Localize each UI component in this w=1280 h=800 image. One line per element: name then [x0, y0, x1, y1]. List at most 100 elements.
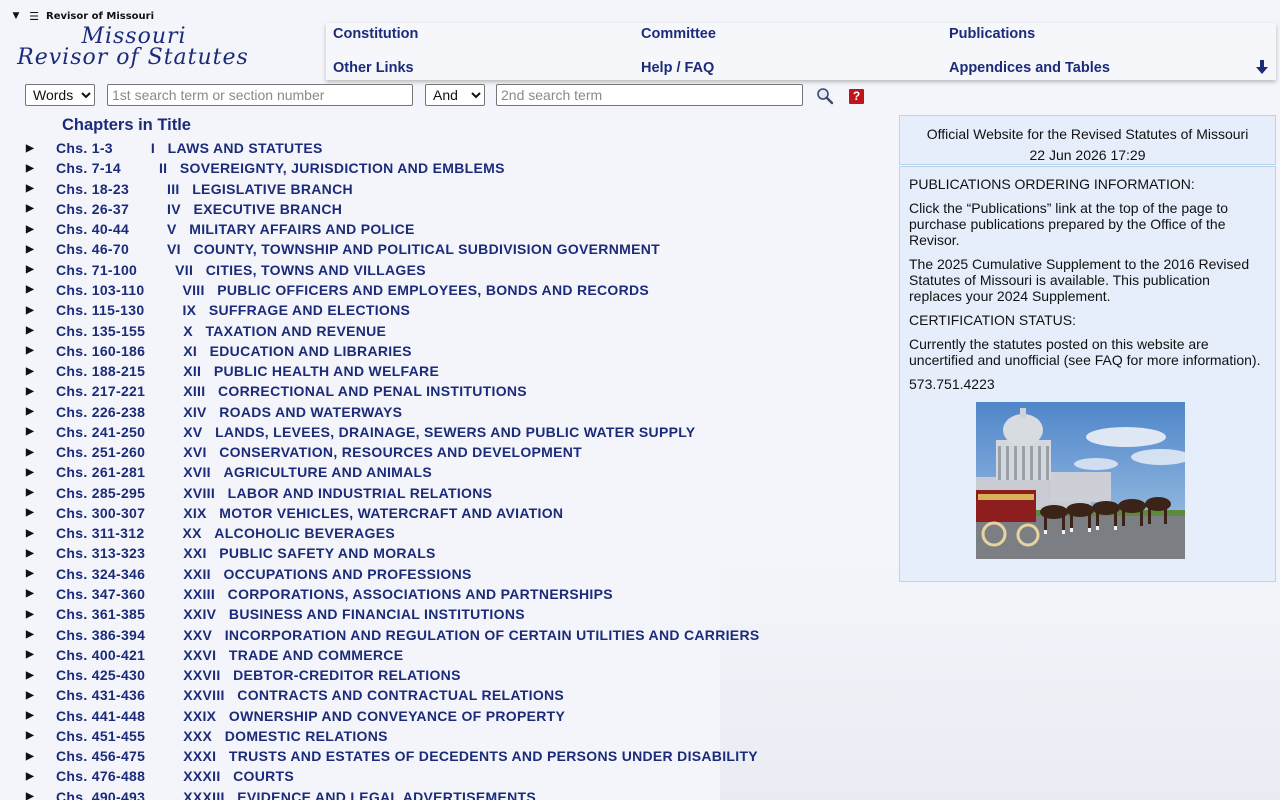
chapter-row[interactable]: ▶ Chs. 476-488 XXXII COURTS: [0, 766, 880, 786]
chapter-range[interactable]: Chs. 425-430: [56, 667, 145, 683]
chapter-row[interactable]: ▶ Chs. 1-3 I LAWS AND STATUTES: [0, 138, 880, 158]
chapter-row[interactable]: ▶ Chs. 313-323 XXI PUBLIC SAFETY AND MORAL…: [0, 543, 880, 563]
expand-triangle-icon[interactable]: ▶: [26, 325, 36, 336]
expand-triangle-icon[interactable]: ▶: [26, 406, 36, 417]
chapter-title[interactable]: XII PUBLIC HEALTH AND WELFARE: [183, 363, 439, 379]
chapter-title[interactable]: XIV ROADS AND WATERWAYS: [183, 404, 402, 420]
chapter-row[interactable]: ▶ Chs. 26-37 IV EXECUTIVE BRANCH: [0, 199, 880, 219]
search-term-1-input[interactable]: [107, 84, 413, 106]
expand-triangle-icon[interactable]: ▶: [26, 751, 36, 762]
chapter-title[interactable]: XV LANDS, LEVEES, DRAINAGE, SEWERS AND P…: [183, 424, 695, 440]
chapter-row[interactable]: ▶ Chs. 226-238 XIV ROADS AND WATERWAYS: [0, 401, 880, 421]
chapter-title[interactable]: XXI PUBLIC SAFETY AND MORALS: [183, 545, 435, 561]
chapter-row[interactable]: ▶ Chs. 251-260 XVI CONSERVATION, RESOURCES…: [0, 442, 880, 462]
nav-committee[interactable]: Committee: [641, 26, 716, 42]
chapter-range[interactable]: Chs. 241-250: [56, 424, 145, 440]
chapter-title[interactable]: XXIV BUSINESS AND FINANCIAL INSTITUTIONS: [183, 606, 525, 622]
search-icon[interactable]: [816, 87, 834, 105]
chapter-range[interactable]: Chs. 135-155: [56, 323, 145, 339]
chapter-range[interactable]: Chs. 456-475: [56, 748, 145, 764]
expand-triangle-icon[interactable]: ▶: [26, 690, 36, 701]
expand-triangle-icon[interactable]: ▶: [26, 771, 36, 782]
chapter-title[interactable]: XXV INCORPORATION AND REGULATION OF CERT…: [183, 627, 759, 643]
chapter-range[interactable]: Chs. 115-130: [56, 302, 144, 318]
chapter-title[interactable]: X TAXATION AND REVENUE: [183, 323, 386, 339]
chapter-title[interactable]: XIX MOTOR VEHICLES, WATERCRAFT AND AVIAT…: [183, 505, 563, 521]
chapter-row[interactable]: ▶ Chs. 347-360 XXIII CORPORATIONS, ASSOCIA…: [0, 584, 880, 604]
chapter-title[interactable]: IX SUFFRAGE AND ELECTIONS: [182, 302, 410, 318]
chapter-row[interactable]: ▶ Chs. 361-385 XXIV BUSINESS AND FINANCIAL…: [0, 604, 880, 624]
chapter-title[interactable]: VII CITIES, TOWNS AND VILLAGES: [175, 262, 426, 278]
search-type-select[interactable]: Words: [25, 84, 95, 106]
chapter-row[interactable]: ▶ Chs. 324-346 XXII OCCUPATIONS AND PROFES…: [0, 564, 880, 584]
chapter-range[interactable]: Chs. 160-186: [56, 343, 145, 359]
chapter-title[interactable]: III LEGISLATIVE BRANCH: [167, 181, 353, 197]
expand-triangle-icon[interactable]: ▶: [26, 649, 36, 660]
expand-triangle-icon[interactable]: ▶: [26, 791, 36, 800]
chapter-range[interactable]: Chs. 217-221: [56, 383, 145, 399]
chapter-range[interactable]: Chs. 285-295: [56, 485, 145, 501]
chapter-range[interactable]: Chs. 400-421: [56, 647, 145, 663]
chapter-row[interactable]: ▶ Chs. 40-44 V MILITARY AFFAIRS AND POLICE: [0, 219, 880, 239]
chapter-title[interactable]: XXIX OWNERSHIP AND CONVEYANCE OF PROPERT…: [183, 708, 565, 724]
site-logo[interactable]: Missouri Revisor of Statutes: [14, 26, 314, 69]
chapter-row[interactable]: ▶ Chs. 71-100 VII CITIES, TOWNS AND VILLAG…: [0, 260, 880, 280]
chapter-title[interactable]: XXXIII EVIDENCE AND LEGAL ADVERTISEMENTS: [183, 789, 536, 800]
chapter-title[interactable]: XXXI TRUSTS AND ESTATES OF DECEDENTS AND…: [183, 748, 758, 764]
chapter-row[interactable]: ▶ Chs. 261-281 XVII AGRICULTURE AND ANIMAL…: [0, 462, 880, 482]
expand-triangle-icon[interactable]: ▶: [26, 588, 36, 599]
chapter-title[interactable]: XVII AGRICULTURE AND ANIMALS: [183, 464, 432, 480]
chapter-row[interactable]: ▶ Chs. 188-215 XII PUBLIC HEALTH AND WELFA…: [0, 361, 880, 381]
chapter-title[interactable]: VI COUNTY, TOWNSHIP AND POLITICAL SUBDIV…: [167, 241, 660, 257]
chapter-range[interactable]: Chs. 188-215: [56, 363, 145, 379]
expand-triangle-icon[interactable]: ▶: [26, 224, 36, 235]
chapter-range[interactable]: Chs. 261-281: [56, 464, 145, 480]
chapter-range[interactable]: Chs. 441-448: [56, 708, 145, 724]
chapter-row[interactable]: ▶ Chs. 103-110 VIII PUBLIC OFFICERS AND EM…: [0, 280, 880, 300]
expand-triangle-icon[interactable]: ▶: [26, 447, 36, 458]
chapter-title[interactable]: XXIII CORPORATIONS, ASSOCIATIONS AND PAR…: [183, 586, 613, 602]
chapter-title[interactable]: XIII CORRECTIONAL AND PENAL INSTITUTIONS: [183, 383, 527, 399]
expand-triangle-icon[interactable]: ▶: [26, 386, 36, 397]
chapter-row[interactable]: ▶ Chs. 490-493 XXXIII EVIDENCE AND LEGAL A…: [0, 787, 880, 800]
nav-constitution[interactable]: Constitution: [333, 26, 418, 42]
chapter-row[interactable]: ▶ Chs. 451-455 XXX DOMESTIC RELATIONS: [0, 726, 880, 746]
chapter-title[interactable]: XX ALCOHOLIC BEVERAGES: [182, 525, 395, 541]
chapter-row[interactable]: ▶ Chs. 115-130 IX SUFFRAGE AND ELECTIONS: [0, 300, 880, 320]
chapter-range[interactable]: Chs. 46-70: [56, 241, 129, 257]
expand-triangle-icon[interactable]: ▶: [26, 467, 36, 478]
chapter-row[interactable]: ▶ Chs. 441-448 XXIX OWNERSHIP AND CONVEYAN…: [0, 705, 880, 725]
chapter-title[interactable]: XXXII COURTS: [183, 768, 294, 784]
chapter-range[interactable]: Chs. 40-44: [56, 221, 129, 237]
nav-publications[interactable]: Publications: [949, 26, 1035, 42]
expand-triangle-icon[interactable]: ▶: [26, 284, 36, 295]
chapter-range[interactable]: Chs. 347-360: [56, 586, 145, 602]
chapter-range[interactable]: Chs. 324-346: [56, 566, 145, 582]
nav-help-faq[interactable]: Help / FAQ: [641, 60, 714, 76]
chapter-title[interactable]: XVI CONSERVATION, RESOURCES AND DEVELOPM…: [183, 444, 582, 460]
chapter-row[interactable]: ▶ Chs. 456-475 XXXI TRUSTS AND ESTATES OF …: [0, 746, 880, 766]
expand-triangle-icon[interactable]: ▶: [26, 366, 36, 377]
chapter-title[interactable]: XXX DOMESTIC RELATIONS: [183, 728, 388, 744]
chapter-row[interactable]: ▶ Chs. 311-312 XX ALCOHOLIC BEVERAGES: [0, 523, 880, 543]
chapter-title[interactable]: XVIII LABOR AND INDUSTRIAL RELATIONS: [183, 485, 492, 501]
expand-triangle-icon[interactable]: ▶: [26, 163, 36, 174]
chapter-title[interactable]: XI EDUCATION AND LIBRARIES: [183, 343, 412, 359]
chapter-row[interactable]: ▶ Chs. 217-221 XIII CORRECTIONAL AND PENAL…: [0, 381, 880, 401]
chapter-title[interactable]: VIII PUBLIC OFFICERS AND EMPLOYEES, BOND…: [182, 282, 649, 298]
expand-triangle-icon[interactable]: ▶: [26, 670, 36, 681]
chapter-range[interactable]: Chs. 71-100: [56, 262, 137, 278]
chapter-row[interactable]: ▶ Chs. 431-436 XXVIII CONTRACTS AND CONTRA…: [0, 685, 880, 705]
chapter-range[interactable]: Chs. 18-23: [56, 181, 129, 197]
help-icon[interactable]: ?: [849, 89, 864, 104]
expand-triangle-icon[interactable]: ▶: [26, 730, 36, 741]
expand-triangle-icon[interactable]: ▶: [26, 568, 36, 579]
expand-triangle-icon[interactable]: ▶: [26, 264, 36, 275]
expand-triangle-icon[interactable]: ▶: [26, 305, 36, 316]
chapter-row[interactable]: ▶ Chs. 241-250 XV LANDS, LEVEES, DRAINAGE,…: [0, 422, 880, 442]
expand-triangle-icon[interactable]: ▶: [26, 629, 36, 640]
chapter-title[interactable]: XXVI TRADE AND COMMERCE: [183, 647, 403, 663]
chapter-range[interactable]: Chs. 311-312: [56, 525, 144, 541]
expand-triangle-icon[interactable]: ▶: [26, 183, 36, 194]
chapter-row[interactable]: ▶ Chs. 7-14 II SOVEREIGNTY, JURISDICTION A…: [0, 158, 880, 178]
